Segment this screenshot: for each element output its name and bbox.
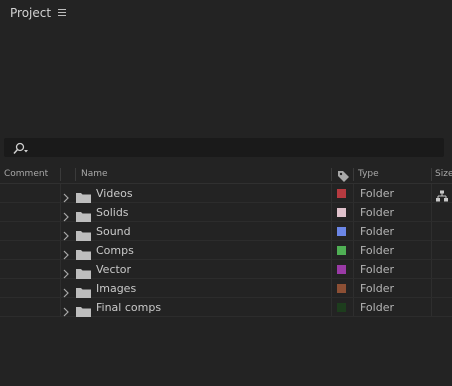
folder-icon	[76, 245, 91, 260]
column-divider	[353, 279, 354, 297]
item-name: Sound	[96, 225, 131, 238]
label-color-swatch[interactable]	[337, 189, 346, 198]
search-input[interactable]	[34, 139, 434, 155]
project-item-row[interactable]: Videos Folder	[0, 184, 452, 203]
panel-header: Project	[0, 0, 452, 26]
column-header-comment[interactable]: Comment	[4, 169, 48, 179]
project-item-row[interactable]: Sound Folder	[0, 222, 452, 241]
item-name: Vector	[96, 263, 132, 276]
folder-icon	[76, 207, 91, 222]
chevron-right-icon[interactable]	[62, 264, 70, 279]
column-divider	[60, 260, 61, 278]
item-name: Videos	[96, 187, 133, 200]
project-panel: Project Comment Name Type Size Videos Fo…	[0, 0, 452, 386]
column-divider	[331, 184, 332, 202]
label-color-swatch[interactable]	[337, 227, 346, 236]
column-divider	[431, 184, 432, 202]
column-header-size[interactable]: Size	[435, 169, 452, 179]
chevron-right-icon[interactable]	[62, 226, 70, 241]
item-type: Folder	[360, 187, 394, 200]
item-name: Solids	[96, 206, 129, 219]
column-divider	[353, 260, 354, 278]
column-divider	[60, 279, 61, 297]
column-divider	[331, 279, 332, 297]
item-name: Images	[96, 282, 137, 295]
column-header-name[interactable]: Name	[81, 169, 108, 179]
column-divider	[331, 203, 332, 221]
column-divider	[353, 203, 354, 221]
column-divider	[331, 260, 332, 278]
item-type: Folder	[360, 244, 394, 257]
item-type: Folder	[360, 206, 394, 219]
column-header-type[interactable]: Type	[358, 169, 379, 179]
column-divider	[331, 222, 332, 240]
folder-icon	[76, 264, 91, 279]
label-color-swatch[interactable]	[337, 265, 346, 274]
chevron-right-icon[interactable]	[62, 207, 70, 222]
column-divider[interactable]	[75, 168, 76, 181]
column-divider[interactable]	[331, 168, 332, 181]
label-tag-icon[interactable]	[337, 168, 350, 182]
column-divider	[331, 298, 332, 316]
project-item-row[interactable]: Images Folder	[0, 279, 452, 298]
column-divider	[431, 279, 432, 297]
column-header-row: Comment Name Type Size	[0, 166, 452, 184]
folder-icon	[76, 188, 91, 203]
column-divider	[431, 203, 432, 221]
search-bar[interactable]	[4, 138, 444, 157]
folder-icon	[76, 226, 91, 241]
label-color-swatch[interactable]	[337, 303, 346, 312]
column-divider	[60, 222, 61, 240]
preview-area	[0, 26, 452, 136]
column-divider	[353, 184, 354, 202]
column-divider	[431, 241, 432, 259]
column-divider	[353, 241, 354, 259]
column-divider	[353, 298, 354, 316]
column-divider	[60, 184, 61, 202]
column-divider	[353, 222, 354, 240]
item-name: Final comps	[96, 301, 162, 314]
project-item-row[interactable]: Vector Folder	[0, 260, 452, 279]
column-divider	[331, 241, 332, 259]
item-type: Folder	[360, 282, 394, 295]
column-divider	[60, 298, 61, 316]
column-divider	[60, 203, 61, 221]
item-name: Comps	[96, 244, 134, 257]
search-icon[interactable]	[12, 141, 30, 155]
folder-icon	[76, 283, 91, 298]
column-divider	[431, 260, 432, 278]
column-divider	[60, 241, 61, 259]
column-divider	[431, 222, 432, 240]
chevron-right-icon[interactable]	[62, 188, 70, 203]
panel-title[interactable]: Project	[10, 6, 51, 20]
folder-icon	[76, 302, 91, 317]
column-divider[interactable]	[353, 168, 354, 181]
project-item-row[interactable]: Comps Folder	[0, 241, 452, 260]
label-color-swatch[interactable]	[337, 284, 346, 293]
chevron-right-icon[interactable]	[62, 245, 70, 260]
chevron-right-icon[interactable]	[62, 283, 70, 298]
label-color-swatch[interactable]	[337, 208, 346, 217]
project-item-list: Videos Folder Solids Folder Sound Folder…	[0, 184, 452, 317]
hamburger-menu-icon[interactable]	[56, 7, 68, 19]
chevron-right-icon[interactable]	[62, 302, 70, 317]
item-type: Folder	[360, 225, 394, 238]
project-item-row[interactable]: Final comps Folder	[0, 298, 452, 317]
column-divider[interactable]	[60, 168, 61, 181]
item-type: Folder	[360, 301, 394, 314]
project-item-row[interactable]: Solids Folder	[0, 203, 452, 222]
column-divider[interactable]	[431, 168, 432, 181]
column-divider	[431, 298, 432, 316]
label-color-swatch[interactable]	[337, 246, 346, 255]
item-type: Folder	[360, 263, 394, 276]
